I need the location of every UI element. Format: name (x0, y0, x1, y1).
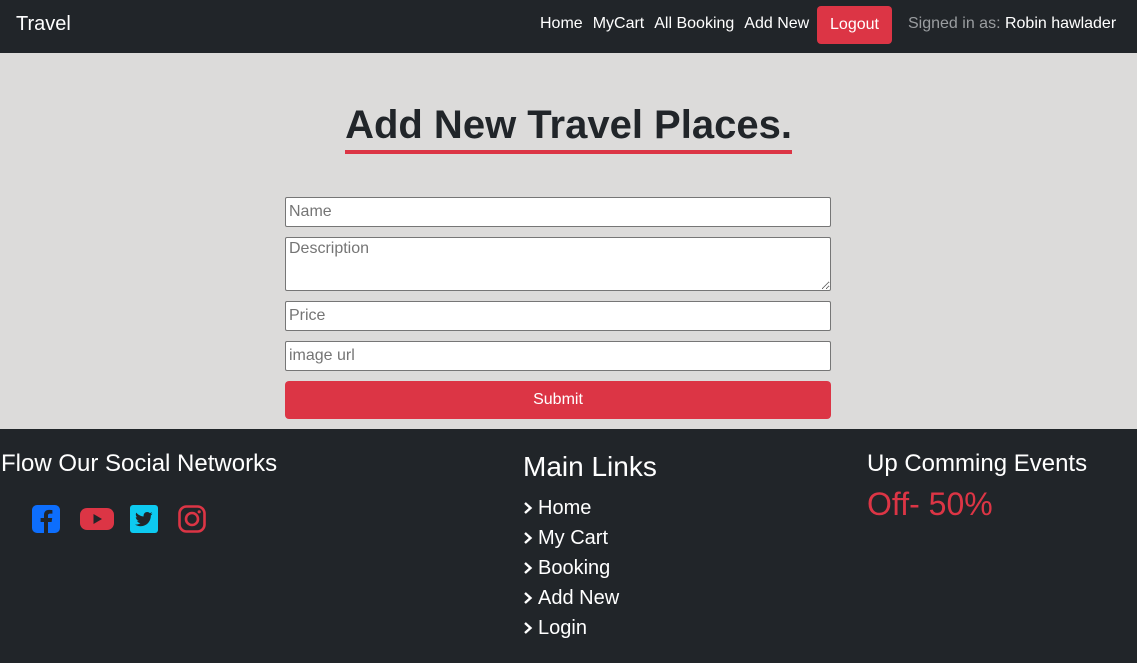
events-title: Up Comming Events (867, 450, 1088, 477)
nav-link-all-booking[interactable]: All Booking (654, 15, 734, 33)
signed-in-user[interactable]: Robin hawlader (1005, 15, 1116, 32)
page-title: Add New Travel Places. (0, 101, 1137, 154)
footer-link-label: Home (538, 496, 592, 519)
twitter-icon[interactable] (130, 505, 158, 533)
footer-link-my-cart[interactable]: My Cart (523, 523, 619, 553)
name-input[interactable] (285, 197, 831, 227)
main-content: Add New Travel Places. Submit (0, 53, 1137, 429)
instagram-icon[interactable] (178, 505, 206, 533)
offer-text: Off- 50% (867, 486, 993, 522)
submit-button[interactable]: Submit (285, 381, 831, 419)
footer-link-label: Add New (538, 586, 620, 609)
social-icons (32, 505, 226, 533)
chevron-right-icon (524, 502, 533, 514)
nav-link-add-new[interactable]: Add New (744, 15, 809, 33)
footer-link-home[interactable]: Home (523, 493, 619, 523)
footer-link-login[interactable]: Login (523, 613, 619, 643)
nav-links: Home MyCart All Booking Add New (540, 15, 819, 33)
footer-link-add-new[interactable]: Add New (523, 583, 619, 613)
page-title-text: Add New Travel Places. (345, 101, 792, 154)
facebook-icon[interactable] (32, 505, 60, 533)
footer: Flow Our Social Networks Main Links Home… (0, 429, 1137, 663)
chevron-right-icon (524, 532, 533, 544)
chevron-right-icon (524, 592, 533, 604)
brand-link[interactable]: Travel (16, 13, 71, 36)
footer-link-label: Booking (538, 556, 611, 579)
footer-link-booking[interactable]: Booking (523, 553, 619, 583)
footer-links: Home My Cart Booking Add New Login (523, 493, 619, 643)
signed-in-label: Signed in as: (908, 15, 1001, 32)
nav-link-home[interactable]: Home (540, 15, 583, 33)
logout-button[interactable]: Logout (817, 6, 892, 44)
chevron-right-icon (524, 622, 533, 634)
price-input[interactable] (285, 301, 831, 331)
social-title: Flow Our Social Networks (1, 450, 278, 477)
signed-in-status: Signed in as: Robin hawlader (908, 15, 1116, 33)
image-url-input[interactable] (285, 341, 831, 371)
youtube-icon[interactable] (80, 505, 114, 533)
main-links-title: Main Links (523, 451, 657, 482)
footer-link-label: My Cart (538, 526, 608, 549)
nav-link-mycart[interactable]: MyCart (593, 15, 645, 33)
footer-link-label: Login (538, 616, 587, 639)
navbar: Travel Home MyCart All Booking Add New L… (0, 0, 1137, 53)
description-textarea[interactable] (285, 237, 831, 291)
chevron-right-icon (524, 562, 533, 574)
